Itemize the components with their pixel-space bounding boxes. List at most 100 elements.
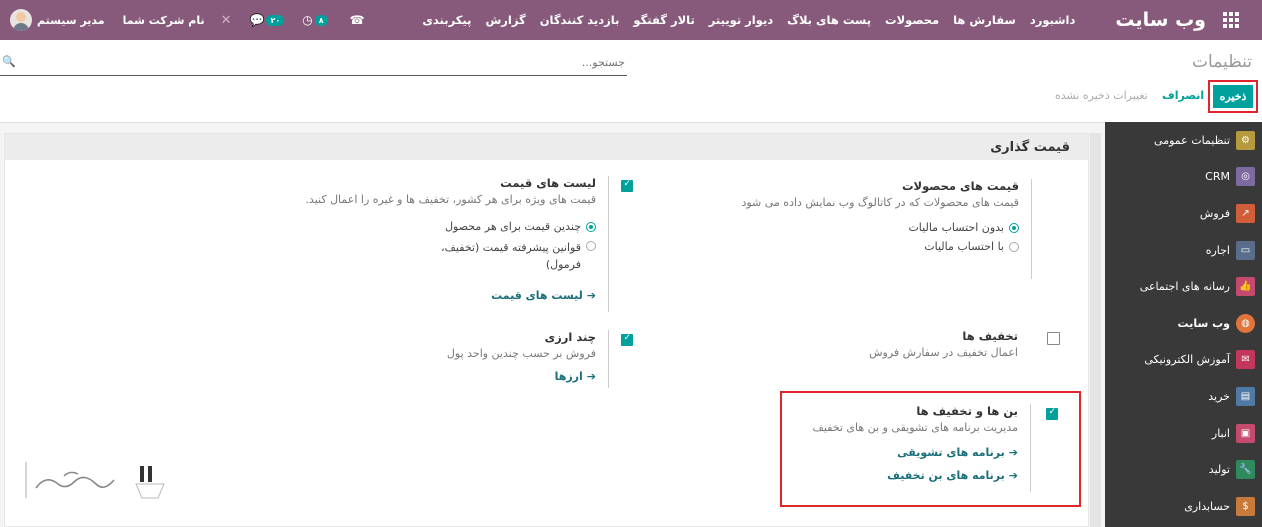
app-brand: وب سایت	[1115, 9, 1206, 31]
sidebar-item-label: وب سایت	[1177, 316, 1230, 330]
globe-icon: ◍	[1236, 313, 1255, 333]
activity-menu[interactable]: ◷ ۸	[302, 13, 328, 27]
sidebar-item-accounting[interactable]: $ حسابداری	[1105, 488, 1262, 525]
sidebar-item-crm[interactable]: ◎ CRM	[1105, 159, 1262, 196]
user-menu[interactable]: مدیر سیستم	[10, 9, 105, 31]
radio-multiple-prices[interactable]: چندین قیمت برای هر محصول	[299, 220, 596, 233]
menu-visitors[interactable]: بازدید کنندگان	[540, 13, 620, 27]
sidebar-item-website[interactable]: ◍ وب سایت	[1105, 305, 1262, 342]
navbar-systray: مدیر سیستم نام شرکت شما ✕ 💬 ۲۰ ◷ ۸ ☎	[0, 0, 365, 40]
setting-description: فروش بر حسب چندین واحد پول	[446, 347, 596, 360]
top-navbar: وب سایت داشبورد سفارش ها محصولات پست های…	[0, 0, 1262, 40]
sidebar-item-inventory[interactable]: ▣ انبار	[1105, 415, 1262, 452]
radio-label: چندین قیمت برای هر محصول	[445, 220, 581, 233]
pricelists-body: لیست های قیمت قیمت های ویژه برای هر کشور…	[299, 176, 609, 312]
chart-icon: ↗	[1236, 203, 1255, 223]
menu-twitter-wall[interactable]: دیوار توییتر	[709, 13, 773, 27]
search-input[interactable]	[27, 56, 627, 69]
pricelists-link[interactable]: ➔ لیست های قیمت	[299, 289, 596, 302]
radio-dot[interactable]	[1009, 242, 1019, 252]
unsaved-changes-label: تغییرات ذخیره نشده	[1055, 89, 1148, 102]
user-name: مدیر سیستم	[37, 13, 105, 27]
apps-grid-icon[interactable]	[1222, 11, 1240, 29]
radio-tax-included[interactable]: با احتساب مالیات	[652, 240, 1019, 253]
credit-card-icon: ▤	[1236, 386, 1255, 406]
card-icon: ▭	[1236, 240, 1255, 260]
link-label: لیست های قیمت	[491, 289, 583, 302]
menu-forum[interactable]: تالار گفتگو	[633, 13, 694, 27]
setting-label: تخفیف ها	[962, 329, 1018, 343]
save-button[interactable]: ذخیره	[1213, 85, 1253, 108]
sidebar-item-label: خرید	[1208, 389, 1230, 403]
sidebar-item-label: تولید	[1208, 463, 1230, 477]
scrollbar[interactable]	[1090, 133, 1101, 527]
multi-currency-body: چند ارزی فروش بر حسب چندین واحد پول ➔ ار…	[424, 330, 609, 388]
radio-advanced-rules[interactable]: قوانین پیشرفته قیمت (تخفیف، فرمول)	[426, 239, 596, 273]
menu-orders[interactable]: سفارش ها	[953, 13, 1016, 27]
sidebar-item-elearning[interactable]: ✉ آموزش الکترونیکی	[1105, 342, 1262, 379]
invoice-icon: $	[1236, 496, 1255, 516]
sidebar-item-general-settings[interactable]: ⚙ تنظیمات عمومی	[1105, 122, 1262, 159]
menu-dashboard[interactable]: داشبورد	[1030, 13, 1076, 27]
radio-dot[interactable]	[586, 241, 596, 251]
section-title: قیمت گذاری	[5, 134, 1088, 160]
link-label: برنامه های تشویقی	[897, 446, 1005, 459]
settings-sidebar: ⚙ تنظیمات عمومی ◎ CRM ↗ فروش ▭ اجاره 👍 ر…	[1105, 122, 1262, 527]
pricelists-checkbox[interactable]	[621, 179, 633, 192]
close-icon[interactable]: ✕	[221, 13, 232, 28]
multi-currency-checkbox[interactable]	[621, 333, 633, 346]
menu-configuration[interactable]: پیکربندی	[422, 13, 471, 27]
link-label: برنامه های بن تخفیف	[887, 469, 1005, 482]
setting-label: قیمت های محصولات	[901, 179, 1019, 193]
sidebar-item-manufacturing[interactable]: 🔧 تولید	[1105, 451, 1262, 488]
radio-label: با احتساب مالیات	[924, 240, 1004, 253]
thumbs-up-icon: 👍	[1236, 277, 1255, 297]
sidebar-item-rental[interactable]: ▭ اجاره	[1105, 232, 1262, 269]
sidebar-item-social-media[interactable]: 👍 رسانه های اجتماعی	[1105, 268, 1262, 305]
discounts-checkbox[interactable]	[1047, 332, 1060, 345]
menu-blog-posts[interactable]: پست های بلاگ	[787, 13, 871, 27]
setting-label: بن ها و تخفیف ها	[916, 404, 1018, 418]
setting-description: اعمال تخفیف در سفارش فروش	[869, 346, 1018, 359]
setting-pricelists: لیست های قیمت قیمت های ویژه برای هر کشور…	[290, 176, 634, 319]
sidebar-item-sales[interactable]: ↗ فروش	[1105, 195, 1262, 232]
phone-icon[interactable]: ☎	[350, 13, 365, 27]
sidebar-item-label: انبار	[1211, 426, 1230, 440]
coupon-programs-link[interactable]: ➔ برنامه های بن تخفیف	[796, 469, 1018, 482]
sidebar-item-label: حسابداری	[1184, 499, 1230, 513]
menu-reporting[interactable]: گزارش	[485, 13, 525, 27]
radio-tax-excluded[interactable]: بدون احتساب مالیات	[652, 221, 1019, 234]
chat-icon: ✉	[1236, 350, 1255, 370]
arrow-right-icon: ➔	[1008, 469, 1018, 482]
menu-products[interactable]: محصولات	[885, 13, 939, 27]
setting-description: قیمت های محصولات که در کاتالوگ وب نمایش …	[741, 196, 1019, 209]
radio-dot[interactable]	[1009, 223, 1019, 233]
sidebar-item-purchase[interactable]: ▤ خرید	[1105, 378, 1262, 415]
messages-menu[interactable]: 💬 ۲۰	[250, 13, 285, 27]
radio-dot[interactable]	[586, 222, 596, 232]
search-icon[interactable]: 🔍	[2, 55, 16, 68]
coupons-checkbox[interactable]	[1046, 407, 1058, 420]
handshake-icon: ◎	[1236, 167, 1255, 187]
avatar	[10, 9, 32, 31]
main-menu: داشبورد سفارش ها محصولات پست های بلاگ دی…	[422, 13, 1075, 27]
box-icon: ▣	[1236, 423, 1255, 443]
activity-badge: ۸	[314, 14, 328, 26]
company-switcher[interactable]: نام شرکت شما ✕	[123, 13, 232, 28]
radio-label: بدون احتساب مالیات	[908, 221, 1004, 234]
coupons-body: بن ها و تخفیف ها مدیریت برنامه های تشویق…	[796, 404, 1031, 492]
promotion-programs-link[interactable]: ➔ برنامه های تشویقی	[796, 446, 1018, 459]
sidebar-item-label: رسانه های اجتماعی	[1139, 280, 1230, 294]
sidebar-item-label: فروش	[1199, 206, 1230, 220]
chat-icon: 💬	[249, 13, 265, 27]
product-prices-body: قیمت های محصولات قیمت های محصولات که در …	[652, 179, 1032, 279]
arrow-right-icon: ➔	[1008, 446, 1018, 459]
setting-coupons: بن ها و تخفیف ها مدیریت برنامه های تشویق…	[795, 404, 1059, 497]
setting-description: قیمت های ویژه برای هر کشور، تخفیف ها و غ…	[305, 193, 596, 206]
watermark-logo	[25, 462, 165, 499]
arrow-right-icon: ➔	[586, 370, 596, 383]
wrench-icon: 🔧	[1236, 460, 1255, 480]
currencies-link[interactable]: ➔ ارزها	[424, 370, 596, 383]
discard-button[interactable]: انصراف	[1162, 89, 1204, 102]
discounts-body: تخفیف ها اعمال تخفیف در سفارش فروش	[860, 329, 1030, 359]
